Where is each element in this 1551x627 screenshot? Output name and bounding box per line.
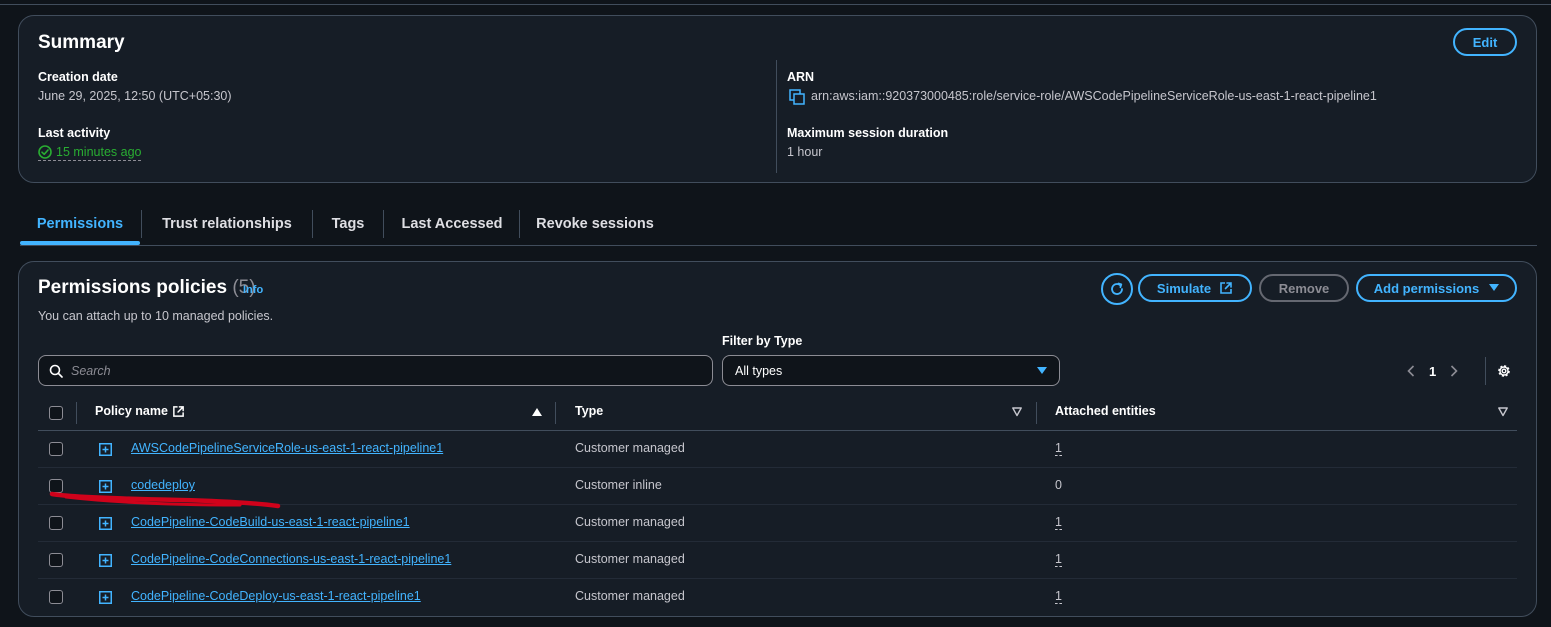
policy-type: Customer managed bbox=[575, 441, 685, 455]
tab-separator bbox=[141, 210, 142, 238]
policy-name-link[interactable]: AWSCodePipelineServiceRole-us-east-1-rea… bbox=[131, 441, 443, 455]
expand-plus-icon[interactable] bbox=[99, 554, 112, 567]
max-session-value: 1 hour bbox=[787, 145, 823, 159]
tab-separator bbox=[312, 210, 313, 238]
role-tabs: Permissions Trust relationships Tags Las… bbox=[20, 205, 1537, 246]
remove-button[interactable]: Remove bbox=[1259, 274, 1349, 302]
expand-plus-icon[interactable] bbox=[99, 480, 112, 493]
table-row: CodePipeline-CodeDeploy-us-east-1-react-… bbox=[38, 579, 1517, 616]
caret-down-icon bbox=[1489, 284, 1500, 291]
policy-name-link[interactable]: CodePipeline-CodeBuild-us-east-1-react-p… bbox=[131, 515, 410, 529]
table-row: codedeploy Customer inline 0 bbox=[38, 468, 1517, 505]
policy-name-link[interactable]: CodePipeline-CodeDeploy-us-east-1-react-… bbox=[131, 589, 421, 603]
summary-title: Summary bbox=[38, 32, 125, 53]
row-checkbox[interactable] bbox=[49, 516, 63, 530]
table-row: AWSCodePipelineServiceRole-us-east-1-rea… bbox=[38, 431, 1517, 468]
search-input[interactable] bbox=[71, 363, 671, 378]
creation-date-label: Creation date bbox=[38, 70, 118, 84]
tab-trust-relationships[interactable]: Trust relationships bbox=[148, 205, 306, 243]
policy-name-link[interactable]: CodePipeline-CodeConnections-us-east-1-r… bbox=[131, 552, 451, 566]
simulate-button[interactable]: Simulate bbox=[1138, 274, 1252, 302]
policy-name-link[interactable]: codedeploy bbox=[131, 478, 195, 492]
table-row: CodePipeline-CodeBuild-us-east-1-react-p… bbox=[38, 505, 1517, 542]
caret-down-icon bbox=[1037, 366, 1047, 374]
add-permissions-label: Add permissions bbox=[1373, 280, 1480, 296]
attached-entities-count[interactable]: 1 bbox=[1055, 515, 1062, 530]
filter-by-type-select[interactable]: All types bbox=[722, 355, 1060, 386]
policy-type: Customer inline bbox=[575, 478, 662, 492]
tab-last-accessed[interactable]: Last Accessed bbox=[390, 205, 514, 243]
tab-permissions[interactable]: Permissions bbox=[20, 205, 140, 243]
add-permissions-button[interactable]: Add permissions bbox=[1356, 274, 1517, 302]
chevron-right-icon[interactable] bbox=[1450, 365, 1458, 377]
tab-tags[interactable]: Tags bbox=[318, 205, 378, 243]
column-policy-name[interactable]: Policy name bbox=[95, 404, 185, 418]
attached-entities-count[interactable]: 1 bbox=[1055, 552, 1062, 567]
policy-type: Customer managed bbox=[575, 515, 685, 529]
column-separator bbox=[555, 402, 556, 424]
column-policy-name-label: Policy name bbox=[95, 404, 168, 418]
simulate-label: Simulate bbox=[1156, 280, 1212, 296]
last-activity-label: Last activity bbox=[38, 126, 111, 140]
row-checkbox[interactable] bbox=[49, 553, 63, 567]
column-separator bbox=[1036, 402, 1037, 424]
policies-table: Policy name Type Attached entities AWSCo… bbox=[38, 395, 1517, 616]
summary-panel: Summary Edit Creation date June 29, 2025… bbox=[18, 15, 1537, 183]
attached-entities-count[interactable]: 1 bbox=[1055, 589, 1062, 604]
tabs-baseline bbox=[20, 245, 1537, 246]
expand-plus-icon[interactable] bbox=[99, 517, 112, 530]
column-attached-entities[interactable]: Attached entities bbox=[1055, 404, 1156, 418]
last-activity-status[interactable]: 15 minutes ago bbox=[38, 145, 142, 161]
arn-label: ARN bbox=[787, 70, 815, 84]
expand-plus-icon[interactable] bbox=[99, 591, 112, 604]
policy-type: Customer managed bbox=[575, 589, 685, 603]
expand-plus-icon[interactable] bbox=[99, 443, 112, 456]
search-icon bbox=[49, 364, 63, 378]
attached-entities-count: 0 bbox=[1055, 478, 1062, 492]
table-row: CodePipeline-CodeConnections-us-east-1-r… bbox=[38, 542, 1517, 579]
permissions-policies-panel: Permissions policies (5) Info You can at… bbox=[18, 261, 1537, 617]
permissions-title-text: Permissions policies bbox=[38, 277, 228, 298]
info-link[interactable]: Info bbox=[243, 284, 263, 296]
max-session-label: Maximum session duration bbox=[787, 126, 949, 140]
chevron-left-icon[interactable] bbox=[1407, 365, 1415, 377]
summary-divider bbox=[776, 60, 777, 173]
refresh-button[interactable] bbox=[1101, 273, 1133, 305]
arn-value: arn:aws:iam::920373000485:role/service-r… bbox=[811, 89, 1377, 103]
edit-button[interactable]: Edit bbox=[1453, 28, 1517, 56]
search-field[interactable] bbox=[38, 355, 713, 386]
tab-separator bbox=[383, 210, 384, 238]
top-border bbox=[0, 4, 1551, 5]
column-type[interactable]: Type bbox=[575, 404, 603, 418]
sort-icon[interactable] bbox=[1012, 407, 1022, 417]
success-check-icon bbox=[38, 145, 52, 159]
row-checkbox[interactable] bbox=[49, 590, 63, 604]
sort-ascending-icon[interactable] bbox=[532, 407, 542, 417]
row-checkbox[interactable] bbox=[49, 479, 63, 493]
copy-icon[interactable] bbox=[789, 89, 805, 105]
creation-date-value: June 29, 2025, 12:50 (UTC+05:30) bbox=[38, 89, 232, 103]
pagination: 1 bbox=[1407, 360, 1458, 382]
column-separator bbox=[76, 402, 77, 424]
policy-type: Customer managed bbox=[575, 552, 685, 566]
last-activity-value: 15 minutes ago bbox=[56, 145, 142, 159]
external-link-icon bbox=[1220, 282, 1232, 294]
row-checkbox[interactable] bbox=[49, 442, 63, 456]
tab-revoke-sessions[interactable]: Revoke sessions bbox=[526, 205, 664, 243]
attached-entities-count[interactable]: 1 bbox=[1055, 441, 1062, 456]
filter-selected-value: All types bbox=[735, 363, 783, 378]
filter-by-type-label: Filter by Type bbox=[722, 334, 803, 348]
select-all-checkbox[interactable] bbox=[49, 406, 63, 420]
pager-divider bbox=[1485, 357, 1486, 385]
table-header: Policy name Type Attached entities bbox=[38, 395, 1517, 431]
refresh-icon bbox=[1111, 282, 1123, 295]
gear-icon[interactable] bbox=[1496, 363, 1512, 379]
current-page[interactable]: 1 bbox=[1429, 364, 1436, 379]
sort-icon[interactable] bbox=[1498, 407, 1508, 417]
permissions-title: Permissions policies (5) bbox=[38, 277, 256, 299]
tab-separator bbox=[519, 210, 520, 238]
external-link-icon bbox=[173, 405, 184, 417]
permissions-description: You can attach up to 10 managed policies… bbox=[38, 309, 274, 323]
